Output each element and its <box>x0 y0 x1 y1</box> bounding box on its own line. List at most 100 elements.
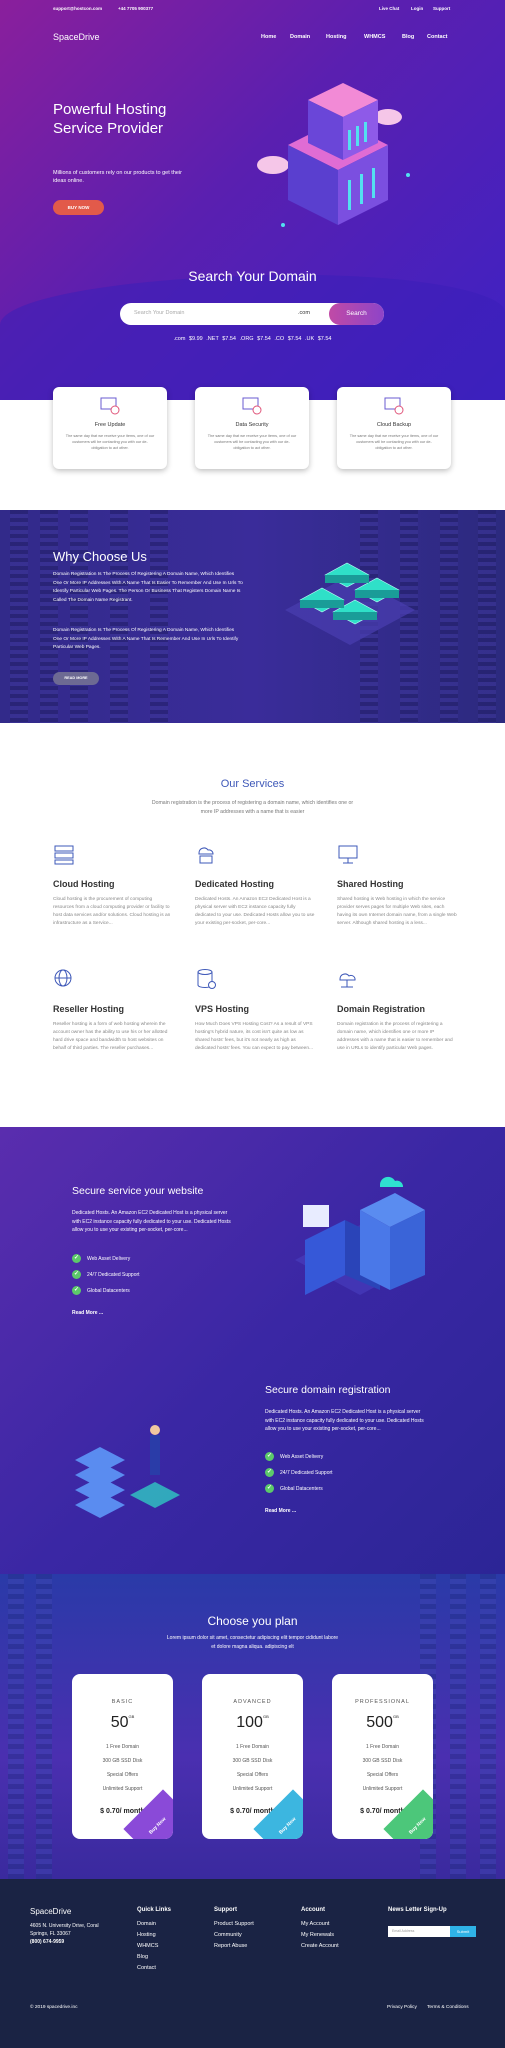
topbar-live-chat[interactable]: Live Chat <box>379 6 399 11</box>
plan-feature: Unlimited Support <box>232 1786 273 1792</box>
search-button[interactable]: Search <box>329 303 384 325</box>
privacy-policy-link[interactable]: Privacy Policy <box>387 2005 417 2010</box>
plan-feature: 300 GB SSD Disk <box>102 1758 143 1764</box>
service-title: Cloud Hosting <box>53 879 115 889</box>
footer-link[interactable]: WHMCS <box>137 1943 158 1949</box>
service-title: VPS Hosting <box>195 1004 250 1014</box>
server-rack-icon <box>54 845 74 865</box>
newsletter-email-input[interactable]: Email Address <box>388 1926 450 1937</box>
footer-link[interactable]: Create Account <box>301 1943 339 1949</box>
footer-link[interactable]: Contact <box>137 1965 156 1971</box>
feature-card-free-update: Free Update The same day that we receive… <box>53 387 167 469</box>
plan-card-advanced: ADVANCED 100GB 1 Free Domain 300 GB SSD … <box>202 1674 303 1839</box>
site-logo[interactable]: SpaceDrive <box>53 32 100 42</box>
feature-card-cloud-backup: Cloud Backup The same day that we receiv… <box>337 387 451 469</box>
secure-website-title: Secure service your website <box>72 1185 204 1197</box>
copyright: © 2019 spacedrive.inc <box>30 2005 78 2010</box>
service-desc: How Much Does VPS Hosting Cost? As a res… <box>195 1022 313 1051</box>
buy-now-button[interactable]: BUY NOW <box>53 200 104 215</box>
terms-link[interactable]: Terms & Conditions <box>427 2005 469 2010</box>
check-item: ✓ Web Asset Delivery <box>72 1254 131 1263</box>
check-item: ✓ 24/7 Dedicated Support <box>72 1270 140 1279</box>
plan-feature: 300 GB SSD Disk <box>362 1758 403 1764</box>
footer-address: 4605 N. University Drive, Coral Springs,… <box>30 1923 99 1945</box>
check-icon: ✓ <box>72 1270 81 1279</box>
check-item: ✓ 24/7 Dedicated Support <box>265 1468 333 1477</box>
footer-link[interactable]: Community <box>214 1932 242 1938</box>
footer-link[interactable]: Blog <box>137 1954 148 1960</box>
footer-link[interactable]: Report Abuse <box>214 1943 247 1949</box>
plan-storage: 100GB <box>236 1714 269 1731</box>
secure-domain-desc: Dedicated Hosts. An Amazon EC2 Dedicated… <box>265 1409 424 1432</box>
footer-col-title: Account <box>301 1907 325 1913</box>
footer-link[interactable]: Hosting <box>137 1932 156 1938</box>
plan-feature: Unlimited Support <box>102 1786 143 1792</box>
plan-card-basic: BASIC 50GB 1 Free Domain 300 GB SSD Disk… <box>72 1674 173 1839</box>
plan-storage: 500GB <box>366 1714 399 1731</box>
secure-domain-title: Secure domain registration <box>265 1384 391 1396</box>
service-desc: Shared hosting is Web hosting in which t… <box>337 897 457 926</box>
read-more-link[interactable]: Read More ... <box>265 1508 296 1514</box>
database-icon <box>197 969 216 989</box>
nav-whmcs[interactable]: WHMCS <box>364 34 385 40</box>
plan-feature: Unlimited Support <box>362 1786 403 1792</box>
newsletter-submit-button[interactable]: Submit <box>450 1926 476 1937</box>
hero-title: Powerful Hosting Service Provider <box>53 101 167 137</box>
feature-title: Cloud Backup <box>376 422 412 428</box>
nav-domain[interactable]: Domain <box>290 34 310 40</box>
nav-home[interactable]: Home <box>261 34 276 40</box>
feature-card-data-security: Data Security The same day that we recei… <box>195 387 309 469</box>
check-icon: ✓ <box>72 1254 81 1263</box>
read-more-link[interactable]: Read More ... <box>72 1310 103 1316</box>
services-subtitle: Domain registration is the process of re… <box>151 800 354 815</box>
plan-feature: Special Offers <box>366 1772 399 1778</box>
plan-feature: 300 GB SSD Disk <box>232 1758 273 1764</box>
topbar-support[interactable]: Support <box>433 6 450 11</box>
check-icon: ✓ <box>265 1452 274 1461</box>
feature-desc: The same day that we receive your items,… <box>65 434 155 450</box>
nav-contact[interactable]: Contact <box>427 34 447 40</box>
monitor-backup-icon <box>384 397 404 415</box>
service-title: Dedicated Hosting <box>195 879 275 889</box>
why-title: Why Choose Us <box>53 549 147 564</box>
plan-feature: 1 Free Domain <box>105 1744 140 1750</box>
check-item: ✓ Global Datacenters <box>72 1286 130 1295</box>
footer-link[interactable]: Product Support <box>214 1921 254 1927</box>
plan-name: BASIC <box>111 1699 134 1705</box>
why-paragraph-1: Domain Registration Is The Process Of Re… <box>53 572 243 603</box>
top-bar: support@hostcon.com +44 7705 900377 Live… <box>0 0 505 16</box>
monitor-icon <box>338 845 358 864</box>
footer-col-title: Quick Links <box>137 1907 172 1913</box>
plan-storage: 50GB <box>110 1714 135 1731</box>
footer-link[interactable]: My Renewals <box>301 1932 334 1938</box>
check-icon: ✓ <box>72 1286 81 1295</box>
read-more-button[interactable]: READ MORE <box>53 672 99 685</box>
plan-card-professional: PROFESSIONAL 500GB 1 Free Domain 300 GB … <box>332 1674 433 1839</box>
topbar-login[interactable]: Login <box>411 6 423 11</box>
feature-title: Data Security <box>235 422 269 428</box>
footer-link[interactable]: Domain <box>137 1921 156 1927</box>
nav-blog[interactable]: Blog <box>402 34 414 40</box>
tld-select[interactable]: .com <box>298 310 310 316</box>
plan-feature: Special Offers <box>106 1772 139 1778</box>
service-desc: Reseller hosting is a form of web hostin… <box>53 1022 168 1051</box>
secure-website-desc: Dedicated Hosts. An Amazon EC2 Dedicated… <box>72 1210 231 1233</box>
check-item: ✓ Web Asset Delivery <box>265 1452 324 1461</box>
service-desc: Dedicated Hosts. An Amazon EC2 Dedicated… <box>195 897 315 926</box>
why-choose-us-section <box>0 510 505 723</box>
server-building-illustration <box>257 83 410 227</box>
plan-feature: 1 Free Domain <box>235 1744 270 1750</box>
domain-search-bar: Search Your Domain .com Search <box>120 303 384 325</box>
hero-subtitle: Millions of customers rely on our produc… <box>53 170 183 184</box>
footer-logo[interactable]: SpaceDrive <box>30 1907 71 1916</box>
monitor-check-icon <box>242 397 262 415</box>
topbar-phone[interactable]: +44 7705 900377 <box>118 6 153 11</box>
check-item: ✓ Global Datacenters <box>265 1484 323 1493</box>
service-title: Shared Hosting <box>337 879 404 889</box>
topbar-email[interactable]: support@hostcon.com <box>53 6 102 11</box>
nav-hosting[interactable]: Hosting <box>326 34 346 40</box>
plans-title: Choose you plan <box>207 1614 298 1628</box>
domain-search-input[interactable]: Search Your Domain <box>134 310 184 316</box>
footer-link[interactable]: My Account <box>301 1921 329 1927</box>
feature-desc: The same day that we receive your items,… <box>207 434 297 450</box>
